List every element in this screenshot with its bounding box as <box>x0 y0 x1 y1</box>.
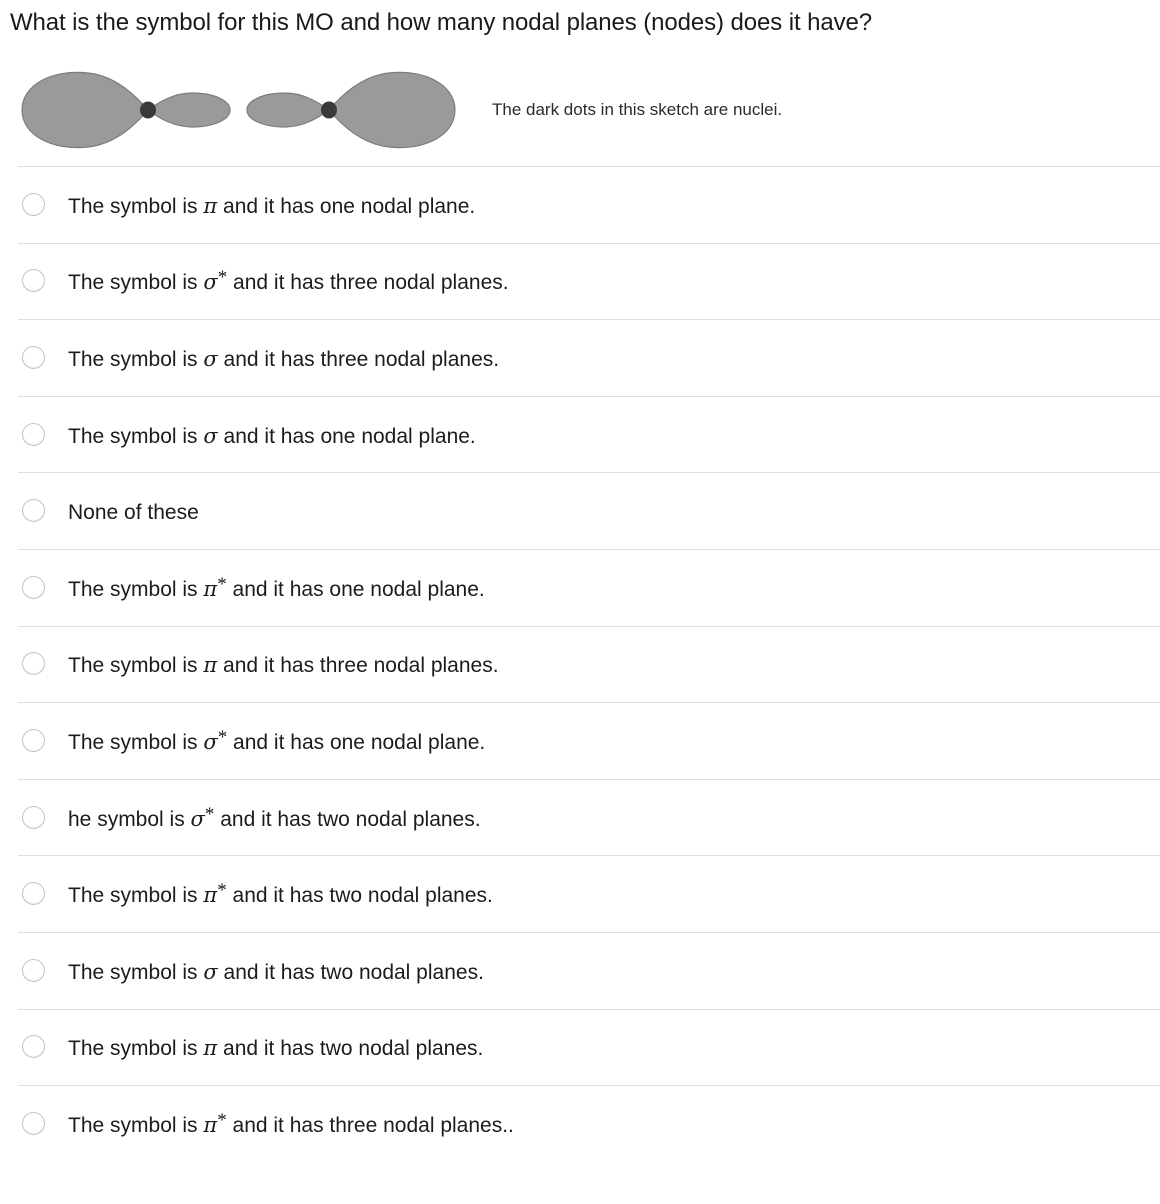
greek-symbol: π <box>203 1036 218 1061</box>
radio-button-icon[interactable] <box>22 958 45 982</box>
radio-button-icon[interactable] <box>22 882 45 906</box>
option-label: The symbol is π and it has one nodal pla… <box>68 193 476 218</box>
option-label: None of these <box>68 501 199 525</box>
radio-button-icon[interactable] <box>22 652 45 676</box>
option-label: The symbol is σ* and it has three nodal … <box>68 267 509 295</box>
greek-symbol: π <box>203 576 218 601</box>
option-row[interactable]: None of these <box>0 472 1160 549</box>
radio-button-icon[interactable] <box>22 1111 45 1135</box>
option-label: The symbol is π* and it has one nodal pl… <box>68 573 485 601</box>
option-row[interactable]: The symbol is π* and it has two nodal pl… <box>0 855 1160 932</box>
asterisk-superscript: * <box>217 1109 227 1131</box>
option-row[interactable]: The symbol is σ and it has two nodal pla… <box>0 931 1160 1009</box>
option-label: The symbol is π* and it has three nodal … <box>68 1109 514 1137</box>
nucleus-dot-right <box>321 101 337 119</box>
molecular-orbital-sketch <box>21 71 456 149</box>
greek-symbol: π <box>203 193 218 218</box>
asterisk-superscript: * <box>217 880 227 902</box>
orbital-sketch-right <box>246 71 456 149</box>
option-row[interactable]: The symbol is π* and it has three nodal … <box>0 1085 1160 1162</box>
option-row[interactable]: The symbol is π* and it has one nodal pl… <box>0 548 1160 626</box>
radio-button-icon[interactable] <box>22 422 45 446</box>
option-row[interactable]: The symbol is σ* and it has three nodal … <box>0 242 1160 320</box>
orbital-large-lobe-right <box>328 71 456 149</box>
asterisk-superscript: * <box>217 726 228 748</box>
greek-symbol: π <box>203 653 218 678</box>
option-row[interactable]: The symbol is σ and it has one nodal pla… <box>0 395 1160 473</box>
orbital-sketch-left <box>21 71 231 149</box>
option-row[interactable]: The symbol is π and it has one nodal pla… <box>0 166 1160 243</box>
greek-symbol: σ <box>203 346 218 371</box>
option-label: The symbol is π* and it has two nodal pl… <box>68 880 493 908</box>
option-row[interactable]: The symbol is σ and it has three nodal p… <box>0 319 1160 396</box>
orbital-small-lobe-right <box>146 92 231 128</box>
radio-button-icon[interactable] <box>22 805 45 829</box>
radio-button-icon[interactable] <box>22 728 45 752</box>
mo-figure-block: The dark dots in this sketch are nuclei. <box>0 38 1160 158</box>
asterisk-superscript: * <box>204 803 215 825</box>
figure-caption: The dark dots in this sketch are nuclei. <box>492 100 783 119</box>
option-row[interactable]: The symbol is π and it has two nodal pla… <box>0 1008 1160 1086</box>
option-label: The symbol is π and it has three nodal p… <box>68 653 499 678</box>
question-heading: What is the symbol for this MO and how m… <box>10 9 872 36</box>
nucleus-dot-left <box>140 101 156 119</box>
radio-button-icon[interactable] <box>22 192 45 216</box>
greek-symbol: σ <box>203 959 218 984</box>
radio-button-icon[interactable] <box>22 499 45 523</box>
greek-symbol: σ <box>190 806 205 831</box>
option-row[interactable]: The symbol is σ* and it has one nodal pl… <box>0 702 1160 779</box>
greek-symbol: σ <box>203 729 218 754</box>
orbital-large-lobe-left <box>21 71 149 149</box>
greek-symbol: π <box>203 883 218 908</box>
greek-symbol: π <box>203 1112 218 1137</box>
option-label: The symbol is π and it has two nodal pla… <box>68 1036 484 1061</box>
orbital-small-lobe-left <box>246 92 331 128</box>
radio-button-icon[interactable] <box>22 269 45 293</box>
asterisk-superscript: * <box>217 573 227 595</box>
option-label: The symbol is σ and it has two nodal pla… <box>68 959 484 984</box>
option-label: The symbol is σ* and it has one nodal pl… <box>68 726 486 754</box>
greek-symbol: σ <box>203 270 218 295</box>
greek-symbol: σ <box>203 423 218 448</box>
asterisk-superscript: * <box>217 267 228 289</box>
option-row[interactable]: he symbol is σ* and it has two nodal pla… <box>0 778 1160 856</box>
radio-button-icon[interactable] <box>22 345 45 369</box>
option-label: The symbol is σ and it has three nodal p… <box>68 346 500 371</box>
answer-options-list: The symbol is π and it has one nodal pla… <box>0 166 1160 1162</box>
radio-button-icon[interactable] <box>22 575 45 599</box>
option-row[interactable]: The symbol is π and it has three nodal p… <box>0 625 1160 703</box>
radio-button-icon[interactable] <box>22 1035 45 1059</box>
option-label: he symbol is σ* and it has two nodal pla… <box>68 803 481 831</box>
option-label: The symbol is σ and it has one nodal pla… <box>68 423 476 448</box>
